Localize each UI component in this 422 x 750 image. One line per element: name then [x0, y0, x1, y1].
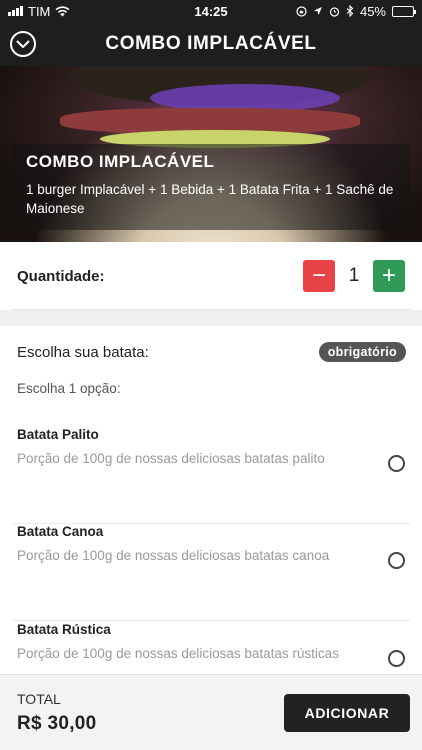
add-button[interactable]: ADICIONAR	[284, 694, 410, 732]
option-description: Porção de 100g de nossas deliciosas bata…	[17, 451, 325, 466]
clock: 14:25	[194, 3, 228, 19]
quantity-value: 1	[348, 265, 360, 286]
battery-percent: 45%	[359, 3, 386, 19]
total-price: R$ 30,00	[17, 713, 97, 734]
status-bar: TIM 14:25 45%	[0, 0, 422, 22]
options-subtitle: Escolha 1 opção:	[17, 381, 121, 396]
decrease-quantity-button[interactable]: −	[303, 260, 335, 292]
option-radio[interactable]	[388, 650, 405, 667]
option-batata-palito[interactable]: Batata Palito Porção de 100g de nossas d…	[0, 427, 422, 524]
fries-options-card: Escolha sua batata: obrigatório Escolha …	[0, 326, 422, 686]
bluetooth-icon	[346, 5, 354, 17]
option-name: Batata Palito	[17, 427, 99, 442]
divider	[12, 620, 410, 621]
option-name: Batata Rústica	[17, 622, 111, 637]
page-title: COMBO IMPLACÁVEL	[105, 33, 317, 54]
option-description: Porção de 100g de nossas deliciosas bata…	[17, 646, 339, 661]
options-header: Escolha sua batata:	[17, 344, 149, 361]
total-label: TOTAL	[17, 691, 61, 707]
option-name: Batata Canoa	[17, 524, 104, 539]
product-image: COMBO IMPLACÁVEL 1 burger Implacável + 1…	[0, 66, 422, 242]
quantity-card: Quantidade: − 1 +	[0, 242, 422, 310]
battery-icon	[392, 5, 416, 17]
option-batata-canoa[interactable]: Batata Canoa Porção de 100g de nossas de…	[0, 524, 422, 621]
quantity-label: Quantidade:	[17, 267, 105, 285]
order-footer: TOTAL R$ 30,00 ADICIONAR	[0, 674, 422, 750]
product-description: 1 burger Implacável + 1 Bebida + 1 Batat…	[26, 182, 394, 216]
wifi-icon	[55, 5, 70, 16]
close-chevron-button[interactable]	[10, 31, 36, 57]
option-description: Porção de 100g de nossas deliciosas bata…	[17, 548, 330, 563]
nav-bar: COMBO IMPLACÁVEL	[0, 22, 422, 66]
required-badge: obrigatório	[318, 342, 406, 362]
chevron-down-icon	[16, 40, 30, 48]
product-title: COMBO IMPLACÁVEL	[26, 152, 215, 171]
option-radio[interactable]	[388, 455, 405, 472]
lock-rotation-icon	[296, 5, 307, 17]
divider	[12, 309, 410, 310]
product-info-overlay: COMBO IMPLACÁVEL 1 burger Implacável + 1…	[12, 144, 410, 230]
signal-icon	[8, 6, 23, 16]
option-radio[interactable]	[388, 552, 405, 569]
carrier-label: TIM	[28, 3, 51, 19]
location-icon	[313, 7, 322, 15]
increase-quantity-button[interactable]: +	[373, 260, 405, 292]
alarm-icon	[329, 6, 340, 17]
